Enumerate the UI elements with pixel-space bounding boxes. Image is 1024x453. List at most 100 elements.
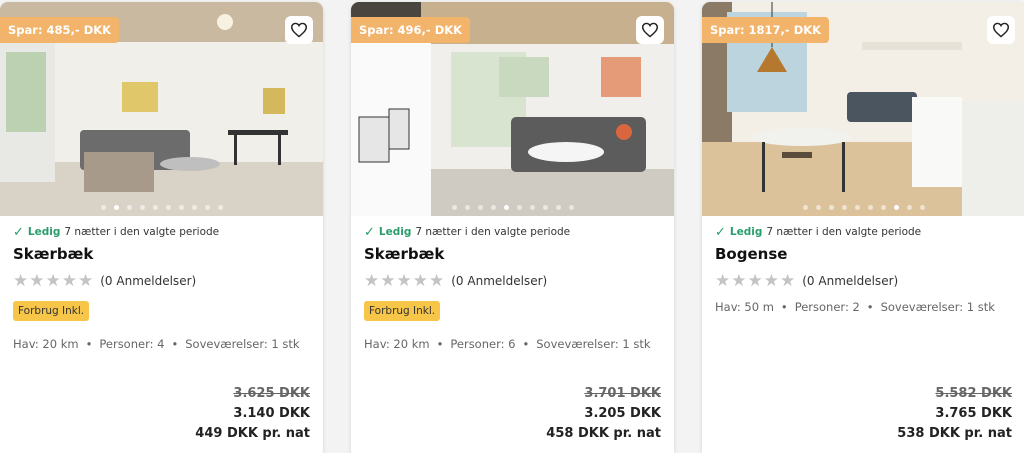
separator-dot: • (780, 300, 788, 314)
separator-dot: • (171, 337, 179, 351)
carousel-dot[interactable] (568, 205, 574, 210)
star-icon: ★ (380, 270, 396, 291)
carousel-dots[interactable] (351, 205, 674, 210)
carousel-dot[interactable] (477, 205, 483, 210)
favorite-button[interactable] (636, 16, 664, 44)
listing-photo[interactable]: Spar: 496,- DKK (351, 2, 674, 216)
carousel-dot[interactable] (152, 205, 158, 210)
carousel-dot[interactable] (867, 205, 873, 210)
carousel-dot[interactable] (165, 205, 171, 210)
listing-city[interactable]: Skærbæk (13, 245, 310, 263)
carousel-dot[interactable] (217, 205, 223, 210)
save-badge: Spar: 1817,- DKK (702, 17, 830, 43)
carousel-dot[interactable] (906, 205, 912, 210)
rating: ★ ★ ★ ★ ★ (0 Anmeldelser) (13, 272, 310, 290)
rating: ★ ★ ★ ★ ★ (0 Anmeldelser) (364, 272, 661, 290)
new-price: 3.205 DKK (584, 406, 661, 421)
bedrooms: Soveværelser: 1 stk (536, 337, 651, 351)
availability: ✓ Ledig 7 nætter i den valgte periode (715, 225, 1012, 239)
carousel-dot[interactable] (854, 205, 860, 210)
carousel-dot[interactable] (503, 205, 509, 210)
carousel-dot[interactable] (126, 205, 132, 210)
listing-photo[interactable]: Spar: 1817,- DKK (702, 2, 1024, 216)
persons: Personer: 2 (794, 300, 860, 314)
separator-dot: • (436, 337, 444, 351)
listing-details: ✓ Ledig 7 nætter i den valgte periode Sk… (351, 216, 674, 453)
listing-city[interactable]: Bogense (715, 245, 1012, 263)
carousel-dot[interactable] (100, 205, 106, 210)
sea-distance: Hav: 20 km (13, 337, 79, 351)
listing-facts: Hav: 50 m • Personer: 2 • Soveværelser: … (715, 300, 1012, 314)
carousel-dot[interactable] (828, 205, 834, 210)
carousel-dots[interactable] (0, 205, 323, 210)
carousel-dot[interactable] (555, 205, 561, 210)
carousel-dots[interactable] (702, 205, 1024, 210)
availability-status: Ledig (378, 226, 412, 238)
star-icon: ★ (61, 270, 77, 291)
heart-outline-icon (992, 22, 1010, 38)
carousel-dot[interactable] (893, 205, 899, 210)
bedrooms: Soveværelser: 1 stk (880, 300, 995, 314)
old-price: 3.625 DKK (233, 386, 310, 401)
star-icon: ★ (396, 270, 412, 291)
old-price: 5.582 DKK (935, 386, 1012, 401)
utilities-included-badge: Forbrug Inkl. (364, 301, 441, 321)
carousel-dot[interactable] (529, 205, 535, 210)
sea-distance: Hav: 20 km (364, 337, 430, 351)
bedrooms: Soveværelser: 1 stk (185, 337, 300, 351)
favorite-button[interactable] (285, 16, 313, 44)
review-count: (0 Anmeldelser) (100, 274, 197, 288)
checkmark-icon: ✓ (13, 224, 24, 240)
carousel-dot[interactable] (490, 205, 496, 210)
carousel-dot[interactable] (815, 205, 821, 210)
carousel-dot[interactable] (464, 205, 470, 210)
carousel-dot[interactable] (516, 205, 522, 210)
carousel-dot[interactable] (802, 205, 808, 210)
price-per-night: 538 DKK pr. nat (897, 426, 1012, 441)
star-icon: ★ (412, 270, 428, 291)
new-price: 3.765 DKK (935, 406, 1012, 421)
carousel-dot[interactable] (542, 205, 548, 210)
rating: ★ ★ ★ ★ ★ (0 Anmeldelser) (715, 272, 1012, 290)
save-badge: Spar: 496,- DKK (351, 17, 471, 43)
carousel-dot[interactable] (919, 205, 925, 210)
carousel-dot[interactable] (451, 205, 457, 210)
star-icon: ★ (731, 270, 747, 291)
listing-card[interactable]: Spar: 496,- DKK ✓ Ledig 7 nætter i den v… (351, 2, 674, 453)
listing-facts: Hav: 20 km • Personer: 6 • Soveværelser:… (364, 337, 661, 351)
star-icon: ★ (780, 270, 796, 291)
favorite-button[interactable] (987, 16, 1015, 44)
listing-card[interactable]: Spar: 485,- DKK ✓ Ledig 7 nætter i den v… (0, 2, 323, 453)
separator-dot: • (522, 337, 530, 351)
carousel-dot[interactable] (880, 205, 886, 210)
heart-outline-icon (290, 22, 308, 38)
carousel-dot[interactable] (113, 205, 119, 210)
utilities-included-badge: Forbrug Inkl. (13, 301, 90, 321)
listing-card[interactable]: Spar: 1817,- DKK ✓ Ledig 7 nætter i den … (702, 2, 1024, 453)
price-block: 3.625 DKK 3.140 DKK 449 DKK pr. nat (195, 386, 310, 441)
heart-outline-icon (641, 22, 659, 38)
save-badge: Spar: 485,- DKK (0, 17, 120, 43)
listing-city[interactable]: Skærbæk (364, 245, 661, 263)
listing-details: ✓ Ledig 7 nætter i den valgte periode Bo… (702, 216, 1024, 453)
carousel-dot[interactable] (139, 205, 145, 210)
star-icon: ★ (715, 270, 731, 291)
carousel-dot[interactable] (204, 205, 210, 210)
listing-photo[interactable]: Spar: 485,- DKK (0, 2, 323, 216)
old-price: 3.701 DKK (584, 386, 661, 401)
checkmark-icon: ✓ (364, 224, 375, 240)
carousel-dot[interactable] (841, 205, 847, 210)
star-icon: ★ (13, 270, 29, 291)
price-per-night: 458 DKK pr. nat (546, 426, 661, 441)
availability: ✓ Ledig 7 nætter i den valgte periode (364, 225, 661, 239)
new-price: 3.140 DKK (233, 406, 310, 421)
price-block: 5.582 DKK 3.765 DKK 538 DKK pr. nat (897, 386, 1012, 441)
review-count: (0 Anmeldelser) (451, 274, 548, 288)
persons: Personer: 6 (450, 337, 516, 351)
carousel-dot[interactable] (191, 205, 197, 210)
price-block: 3.701 DKK 3.205 DKK 458 DKK pr. nat (546, 386, 661, 441)
star-icon: ★ (747, 270, 763, 291)
separator-dot: • (866, 300, 874, 314)
carousel-dot[interactable] (178, 205, 184, 210)
star-icon: ★ (78, 270, 94, 291)
